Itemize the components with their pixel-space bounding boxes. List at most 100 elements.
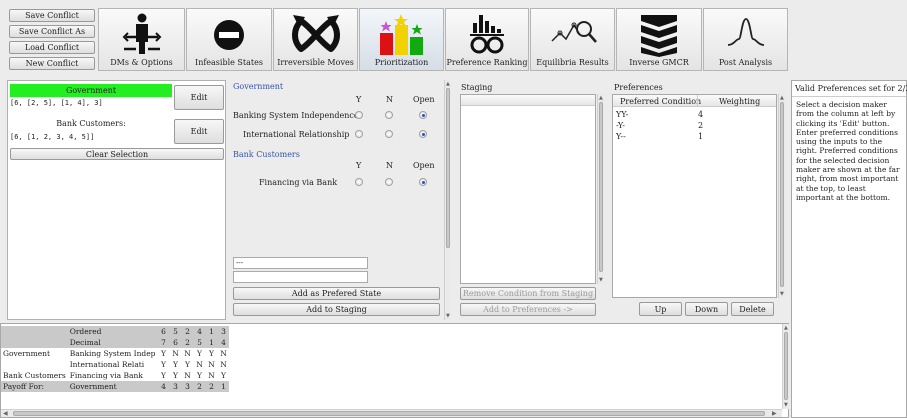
dm-value-bank-customers: [6, [1, 2, 3, 4, 5]] bbox=[10, 133, 95, 141]
edit-government-button[interactable]: Edit bbox=[174, 85, 224, 110]
chevron-stack-icon bbox=[641, 15, 677, 57]
staging-panel: Staging ▲ ▼ Remove Condition from Stagin… bbox=[458, 80, 608, 320]
payoff-cell: Y bbox=[181, 359, 194, 370]
payoff-cell: 3 bbox=[181, 381, 194, 392]
podium-stars-icon bbox=[379, 14, 423, 55]
save-conflict-as-button[interactable]: Save Conflict As bbox=[9, 25, 95, 38]
radio-n[interactable] bbox=[385, 178, 393, 186]
payoff-dm: Bank Customers bbox=[1, 370, 68, 381]
add-prefered-state-button[interactable]: Add as Prefered State bbox=[233, 287, 440, 300]
status-text: Valid Preferences set for 2/2 DM bbox=[795, 84, 907, 93]
payoff-cell: 2 bbox=[205, 381, 218, 392]
remove-condition-button[interactable]: Remove Condition from Staging bbox=[460, 287, 596, 300]
tool-preference-ranking[interactable]: Preference Ranking bbox=[445, 8, 529, 71]
tool-prioritization[interactable]: Prioritization bbox=[359, 8, 444, 71]
payoff-cell: Y bbox=[193, 348, 206, 359]
tool-label: Infeasible States bbox=[195, 58, 263, 67]
payoff-dm bbox=[1, 359, 68, 370]
table-row: Ordered 6 5 2 4 1 3 bbox=[1, 326, 230, 337]
save-conflict-button[interactable]: Save Conflict bbox=[9, 9, 95, 22]
payoff-label: International Relati bbox=[67, 359, 158, 370]
payoff-cell: 4 bbox=[193, 326, 206, 337]
radio-n[interactable] bbox=[385, 111, 393, 119]
person-options-icon bbox=[122, 13, 161, 54]
payoff-label: Decimal bbox=[67, 337, 158, 348]
payoff-cell: 5 bbox=[193, 337, 206, 348]
radio-open[interactable] bbox=[419, 130, 427, 138]
tool-label: DMs & Options bbox=[110, 58, 173, 67]
tool-irreversible-moves[interactable]: Irreversible Moves bbox=[273, 8, 358, 71]
payoff-cell: Y bbox=[217, 370, 230, 381]
payoff-hscrollbar[interactable]: ◀ ▶ bbox=[1, 409, 782, 417]
dm-name-bank-customers: Bank Customers: bbox=[56, 119, 126, 128]
payoff-vscrollbar[interactable]: ▲ ▼ bbox=[782, 324, 789, 409]
payoff-dm: Government bbox=[1, 348, 68, 359]
tool-label: Prioritization bbox=[374, 58, 429, 67]
up-button[interactable]: Up bbox=[639, 302, 682, 316]
payoff-cell: N bbox=[217, 359, 230, 370]
payoff-cell: 2 bbox=[181, 337, 194, 348]
radio-open[interactable] bbox=[419, 178, 427, 186]
table-row[interactable]: -Y- 2 bbox=[616, 121, 776, 131]
down-button[interactable]: Down bbox=[685, 302, 728, 316]
radio-y[interactable] bbox=[355, 111, 363, 119]
tool-equilibria-results[interactable]: Equilibria Results bbox=[530, 8, 615, 71]
preferences-panel: Preferences Preferred Condition Weightin… bbox=[611, 80, 789, 320]
preferences-table: Preferred Condition Weighting YY- 4 -Y- … bbox=[612, 94, 777, 298]
table-row: Bank Customers Financing via Bank Y Y N Y N Y bbox=[1, 370, 230, 381]
payoff-cell: 6 bbox=[169, 337, 182, 348]
payoff-label: Government bbox=[67, 381, 158, 392]
radio-n[interactable] bbox=[385, 130, 393, 138]
tool-label: Irreversible Moves bbox=[277, 58, 354, 67]
payoff-area: Ordered 6 5 2 4 1 3 Decimal 7 6 2 5 1 4 Government Bank… bbox=[0, 323, 789, 418]
payoff-cell: 5 bbox=[169, 326, 182, 337]
add-to-staging-button[interactable]: Add to Staging bbox=[233, 303, 440, 316]
tool-infeasible-states[interactable]: Infeasible States bbox=[186, 8, 272, 71]
payoff-cell: N bbox=[193, 359, 206, 370]
pref-condition: Y-- bbox=[616, 132, 626, 141]
payoff-cell: N bbox=[169, 348, 182, 359]
dm-name-government: Government bbox=[10, 84, 172, 97]
delete-button[interactable]: Delete bbox=[731, 302, 774, 316]
pref-weight: 1 bbox=[698, 132, 704, 141]
col-header-weighting: Weighting bbox=[719, 97, 761, 106]
tool-post-analysis[interactable]: Post Analysis bbox=[703, 8, 788, 71]
radio-y[interactable] bbox=[355, 130, 363, 138]
radio-y[interactable] bbox=[355, 178, 363, 186]
col-header-open: Open bbox=[413, 161, 435, 170]
payoff-cell: Y bbox=[157, 370, 170, 381]
group-header-bank-customers: Bank Customers bbox=[233, 150, 300, 159]
table-row: Decimal 7 6 2 5 1 4 bbox=[1, 337, 230, 348]
tool-inverse-gmcr[interactable]: Inverse GMCR bbox=[616, 8, 702, 71]
tool-label: Preference Ranking bbox=[446, 58, 528, 67]
tool-dms-options[interactable]: DMs & Options bbox=[98, 8, 185, 71]
condition-input-1[interactable]: --- bbox=[233, 257, 368, 269]
edit-bank-customers-button[interactable]: Edit bbox=[174, 119, 224, 144]
payoff-cell: 2 bbox=[193, 381, 206, 392]
add-to-preferences-button[interactable]: Add to Preferences -> bbox=[460, 303, 596, 316]
payoff-cell: N bbox=[181, 348, 194, 359]
col-header-preferred-condition: Preferred Condition bbox=[620, 97, 702, 106]
staging-list[interactable] bbox=[460, 94, 596, 284]
load-conflict-button[interactable]: Load Conflict bbox=[9, 41, 95, 54]
payoff-cell: Y bbox=[205, 348, 218, 359]
preferences-title: Preferences bbox=[614, 83, 663, 92]
new-conflict-button[interactable]: New Conflict bbox=[9, 57, 95, 70]
preferences-scrollbar[interactable]: ▲ ▼ bbox=[778, 94, 785, 298]
irreversible-arrows-icon bbox=[291, 15, 340, 52]
condition-input-2[interactable] bbox=[233, 271, 368, 283]
col-header-y: Y bbox=[356, 161, 362, 170]
table-row[interactable]: YY- 4 bbox=[616, 110, 776, 120]
clear-selection-button[interactable]: Clear Selection bbox=[10, 148, 224, 160]
options-editor-panel: Government Y N Open Banking System Indep… bbox=[229, 80, 455, 320]
tool-label: Equilibria Results bbox=[536, 58, 609, 67]
table-row: Payoff For: Government 4 3 3 2 2 1 bbox=[1, 381, 230, 392]
help-text: Select a decision maker from the column … bbox=[796, 100, 900, 202]
payoff-table: Ordered 6 5 2 4 1 3 Decimal 7 6 2 5 1 4 Government Bank… bbox=[1, 326, 230, 392]
radio-open[interactable] bbox=[419, 111, 427, 119]
staging-scrollbar[interactable]: ▲ ▼ bbox=[597, 94, 604, 284]
payoff-cell: 1 bbox=[217, 381, 230, 392]
table-row[interactable]: Y-- 1 bbox=[616, 132, 776, 142]
options-scrollbar[interactable]: ▲ ▼ bbox=[444, 80, 451, 320]
status-panel: Valid Preferences set for 2/2 DM Select … bbox=[791, 80, 907, 418]
